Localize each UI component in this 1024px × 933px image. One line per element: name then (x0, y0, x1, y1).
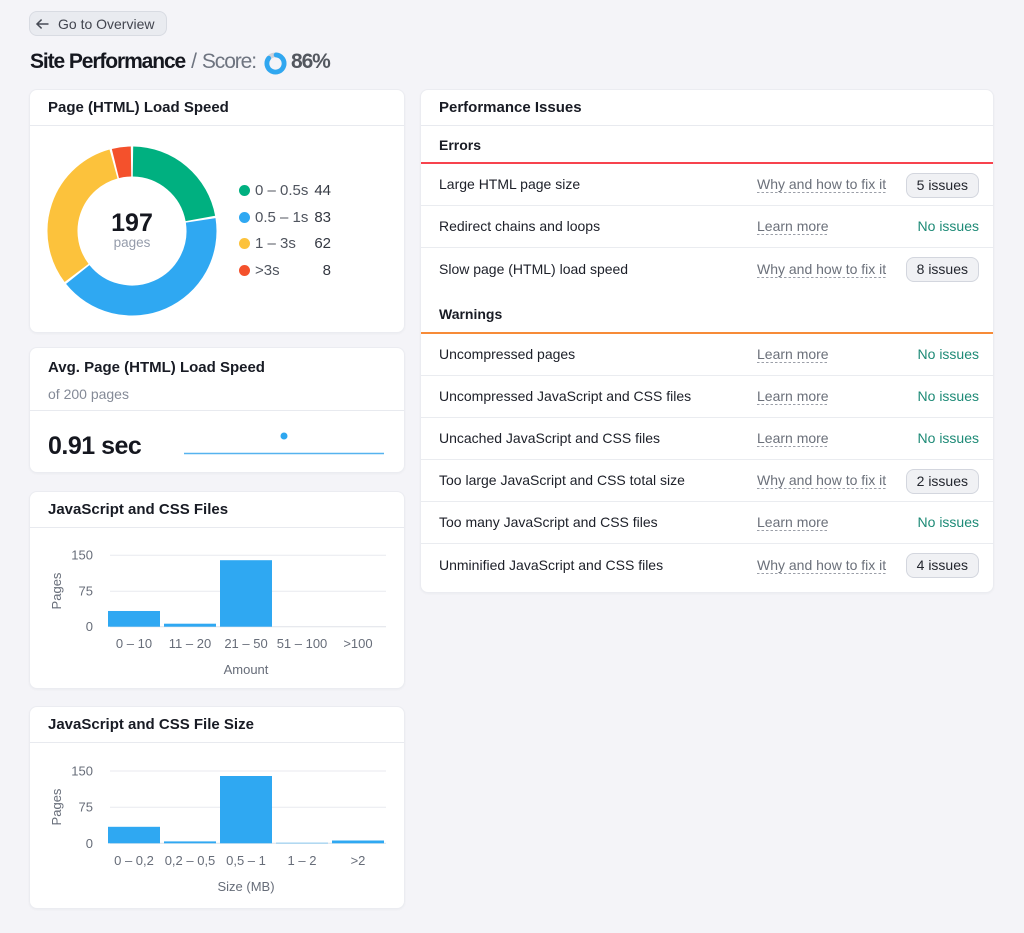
svg-text:0: 0 (86, 836, 93, 851)
svg-text:51 – 100: 51 – 100 (277, 636, 328, 651)
svg-text:150: 150 (71, 548, 93, 563)
svg-text:11 – 20: 11 – 20 (169, 636, 211, 651)
svg-text:Pages: Pages (49, 572, 64, 609)
svg-text:21 – 50: 21 – 50 (224, 636, 267, 651)
svg-text:0 – 10: 0 – 10 (116, 636, 152, 651)
svg-text:Pages: Pages (49, 788, 64, 825)
svg-text:0: 0 (86, 619, 93, 634)
svg-text:0 – 0,2: 0 – 0,2 (114, 853, 154, 868)
svg-text:>2: >2 (351, 853, 366, 868)
svg-text:0,2 – 0,5: 0,2 – 0,5 (165, 853, 216, 868)
svg-text:75: 75 (79, 584, 93, 599)
svg-text:1 – 2: 1 – 2 (288, 853, 317, 868)
svg-text:150: 150 (71, 764, 93, 779)
svg-text:Size (MB): Size (MB) (217, 879, 274, 894)
svg-text:0,5 – 1: 0,5 – 1 (226, 853, 266, 868)
svg-text:Amount: Amount (224, 662, 269, 677)
svg-text:75: 75 (79, 800, 93, 815)
svg-text:>100: >100 (343, 636, 372, 651)
